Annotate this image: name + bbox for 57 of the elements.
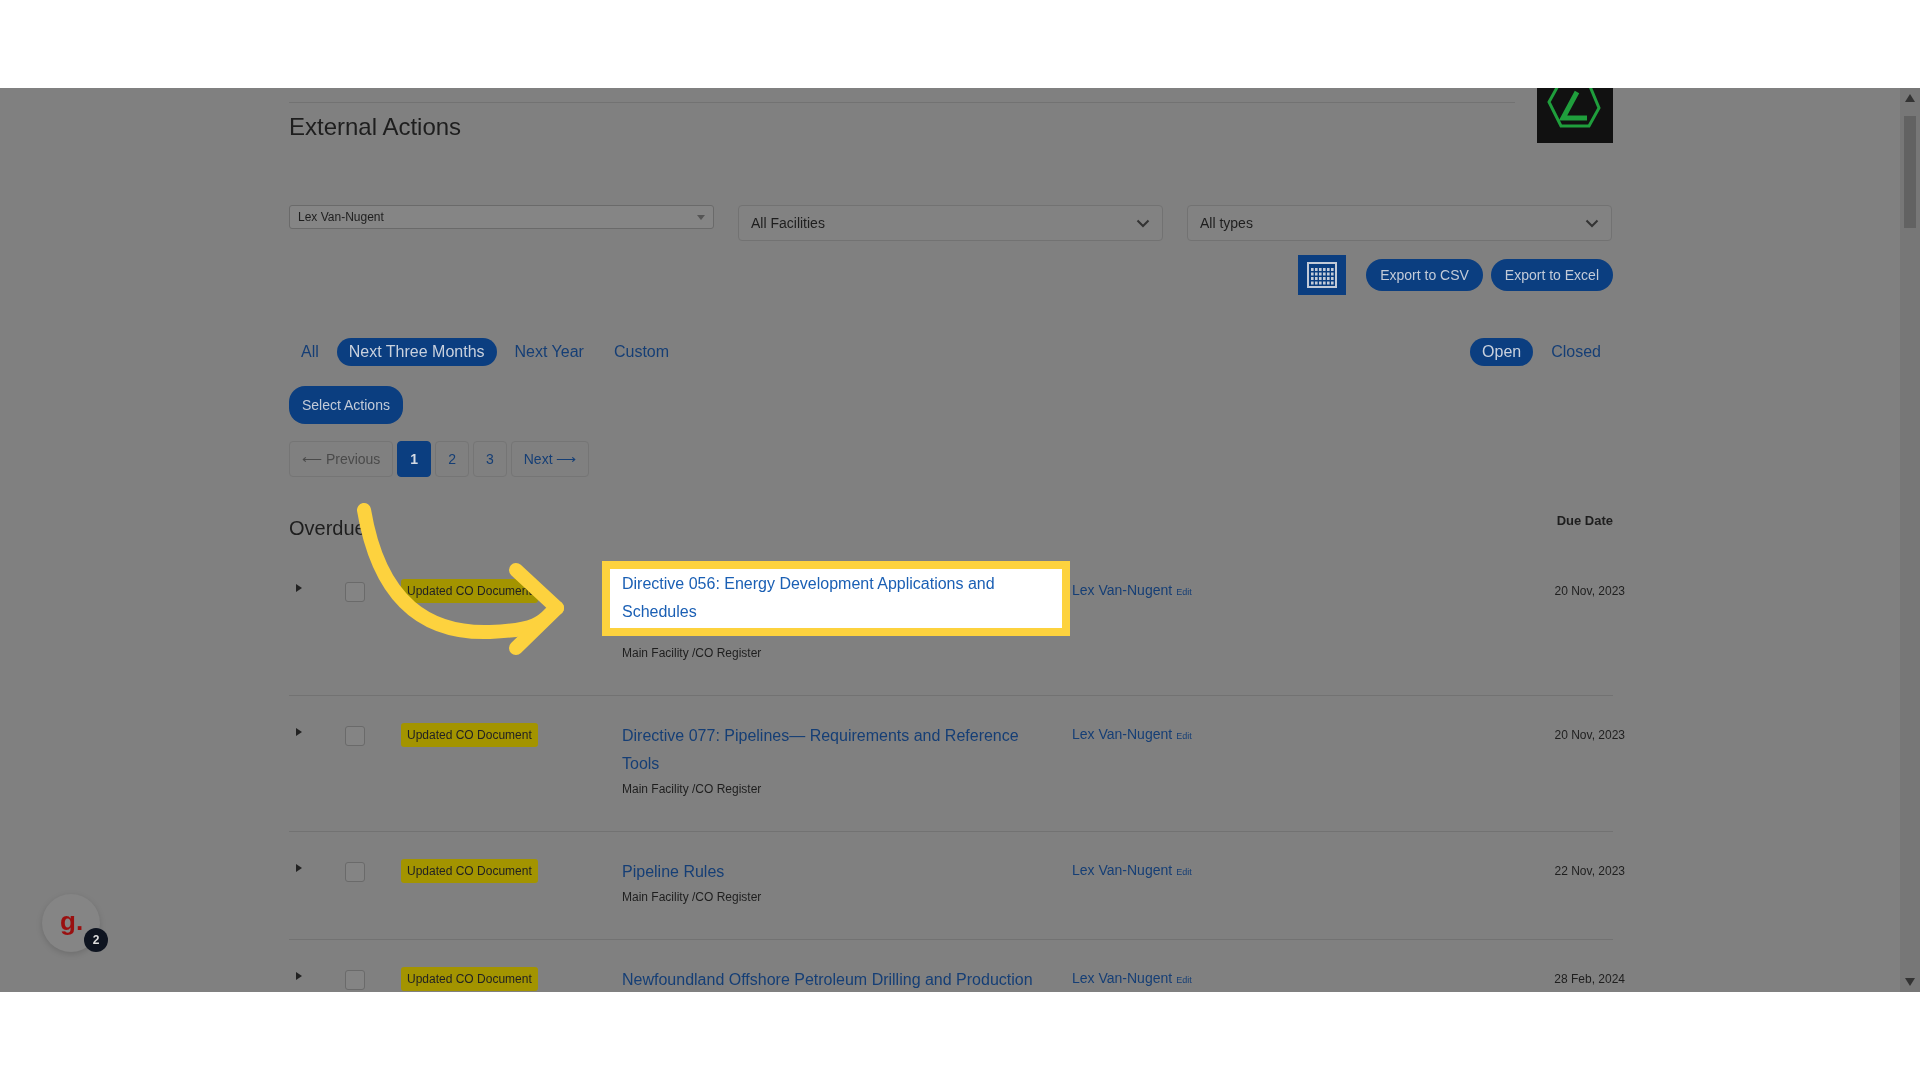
edit-link[interactable]: Edit [1176,587,1192,597]
assignee-link[interactable]: Lex Van-Nugent [1072,862,1173,878]
status-tag: Updated CO Document [401,967,538,991]
action-link[interactable]: Pipeline Rules [622,858,725,886]
action-location: Main Facility /CO Register [622,890,762,904]
assignee-select[interactable]: Lex Van-Nugent [289,205,714,229]
export-button[interactable]: Export to Excel [1490,259,1613,291]
due-date: 20 Nov, 2023 [1553,583,1625,600]
page-button[interactable]: 3 [472,441,507,477]
status-tag: Updated CO Document [401,859,538,883]
status-tab[interactable]: Closed [1539,338,1613,366]
edit-link[interactable]: Edit [1176,867,1192,877]
filter-dropdown[interactable]: All Facilities [738,205,1163,241]
page-button[interactable]: 1 [397,441,432,477]
filter-dropdown[interactable]: All types [1187,205,1612,241]
due-date: 20 Nov, 2023 [1553,727,1625,744]
scroll-up-icon[interactable] [1905,94,1915,102]
due-date: 22 Nov, 2023 [1553,863,1625,880]
action-link[interactable]: Newfoundland Offshore Petroleum Drilling and Production [622,966,1033,992]
chevron-down-icon [1136,218,1150,228]
assignee-link[interactable]: Lex Van-Nugent [1072,582,1173,598]
action-location: Main Facility /CO Register [622,646,762,660]
next-page-button[interactable]: Next ⟶ [510,441,590,477]
column-header: Due Date [1556,513,1613,528]
row-checkbox[interactable] [345,970,365,990]
expand-icon[interactable] [296,864,302,872]
select-actions-button[interactable]: Select Actions [289,386,403,424]
notification-count: 2 [84,928,108,952]
status-tag: Updated CO Document [401,579,538,603]
status-tab[interactable]: Open [1470,338,1534,366]
chevron-down-icon [1585,218,1599,228]
period-tab[interactable]: Next Year [502,338,596,366]
help-logo: g. [60,906,84,937]
scroll-down-icon[interactable] [1905,978,1915,986]
caret-icon [697,214,705,220]
action-location: Main Facility /CO Register [622,782,762,796]
expand-icon[interactable] [296,972,302,980]
expand-icon[interactable] [296,584,302,592]
calendar-icon[interactable] [1298,255,1347,295]
edit-link[interactable]: Edit [1176,731,1192,741]
period-tab[interactable]: Next Three Months [336,338,497,366]
assignee-link[interactable]: Lex Van-Nugent [1072,970,1173,986]
action-link[interactable]: Directive 056: Energy Development Applications and Schedules [622,570,1054,626]
row-checkbox[interactable] [345,726,365,746]
export-button[interactable]: Export to CSV [1366,259,1483,291]
due-date: 28 Feb, 2024 [1553,971,1625,988]
page-title: External Actions [289,113,463,141]
edit-link[interactable]: Edit [1176,975,1192,985]
row-checkbox[interactable] [345,582,365,602]
page-button[interactable]: 2 [435,441,469,477]
status-tag: Updated CO Document [401,723,538,747]
action-link[interactable]: Directive 077: Pipelines— Requirements and Reference Tools [622,722,1048,778]
assignee-link[interactable]: Lex Van-Nugent [1072,726,1173,742]
row-checkbox[interactable] [345,862,365,882]
period-tab[interactable]: All [289,338,331,366]
period-tab[interactable]: Custom [601,338,682,366]
expand-icon[interactable] [296,728,302,736]
